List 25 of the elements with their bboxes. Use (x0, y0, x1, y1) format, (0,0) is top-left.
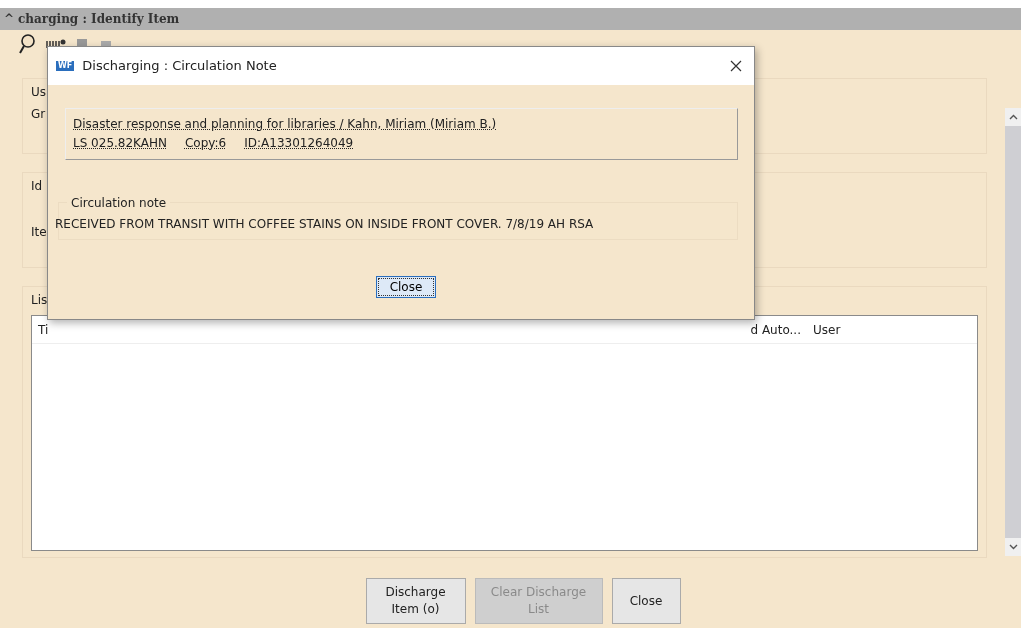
action-button[interactable]: Close (611, 578, 681, 624)
column-header[interactable]: User (807, 320, 977, 339)
action-button[interactable]: Discharge Item (o) (365, 578, 466, 624)
item-detail-link[interactable]: Copy:6 (185, 134, 245, 154)
scrollbar[interactable] (1005, 108, 1021, 556)
scroll-down-icon[interactable] (1008, 544, 1018, 550)
column-header[interactable]: d Auto... (744, 320, 807, 339)
group-label: Lis (31, 292, 48, 309)
item-title-link[interactable]: Disaster response and planning for libraries / Kahn, Miriam (Miriam B.) (73, 117, 497, 131)
item-detail-link[interactable]: LS 025.82KAHN (73, 134, 185, 154)
collapse-toggle[interactable]: ^ (4, 10, 15, 28)
field-label: Ite (31, 224, 47, 241)
scroll-up-icon[interactable] (1008, 114, 1018, 120)
dialog-title: Discharging : Circulation Note (82, 57, 278, 76)
close-icon[interactable] (730, 60, 742, 72)
search-icon[interactable] (18, 33, 36, 55)
group-label: Id (31, 178, 43, 195)
group-label: Us (31, 84, 47, 101)
note-text: RECEIVED FROM TRANSIT WITH COFFEE STAINS ON INSIDE FRONT COVER. 7/8/19 AH RSA (55, 216, 595, 234)
app-logo: WF (56, 60, 75, 72)
column-header[interactable]: Ti (32, 320, 745, 339)
close-button[interactable]: Close (375, 276, 437, 299)
window-title: charging : Identify Item (18, 11, 180, 28)
field-label: Gr (31, 106, 46, 123)
item-detail-link[interactable]: ID:A13301264049 (244, 134, 354, 154)
